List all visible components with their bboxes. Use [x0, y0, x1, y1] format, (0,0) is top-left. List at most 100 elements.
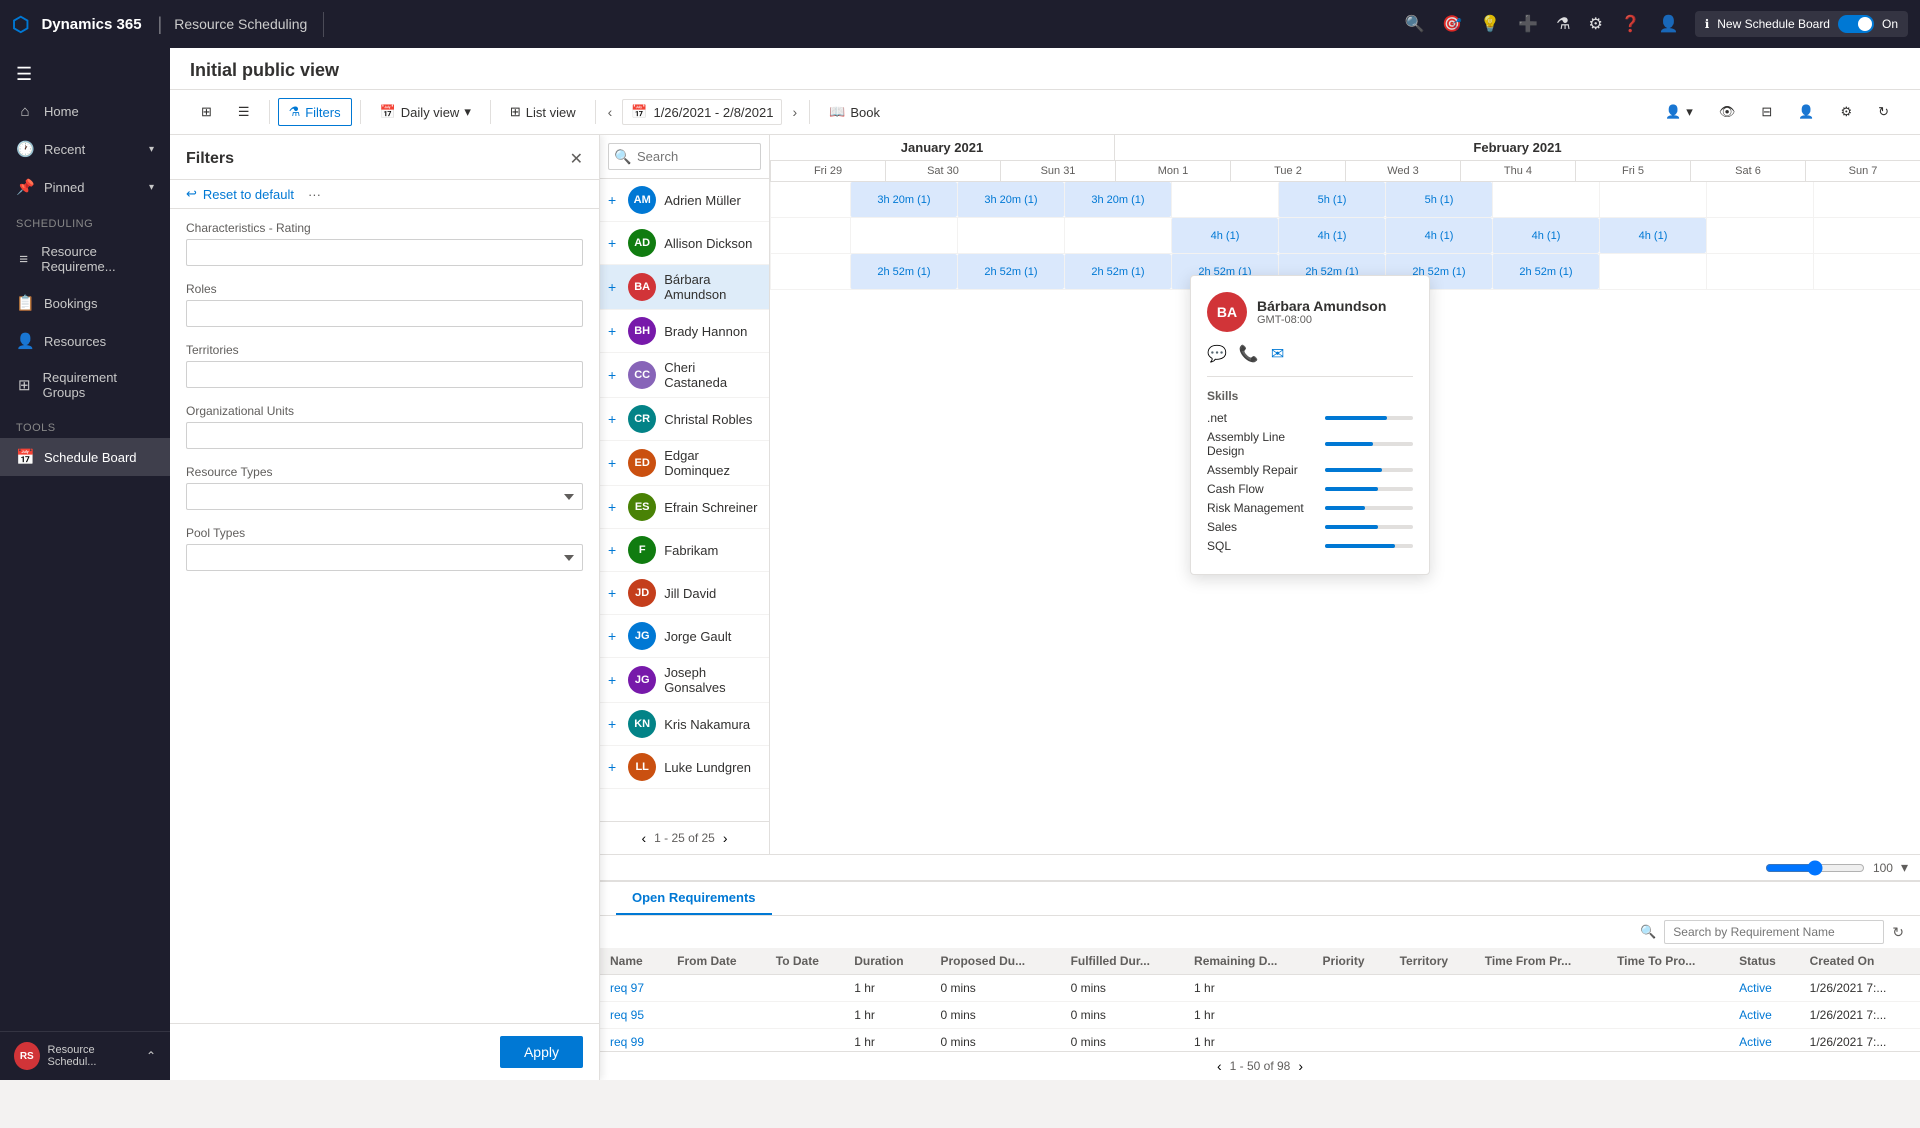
- roles-input[interactable]: [186, 300, 583, 327]
- calendar-cell[interactable]: 4h (1): [1171, 218, 1278, 253]
- req-prev-button[interactable]: ‹: [1217, 1058, 1222, 1074]
- calendar-cell[interactable]: 4h (1): [1492, 218, 1599, 253]
- table-cell[interactable]: req 97: [600, 975, 667, 1002]
- resource-item-kris-nakamura[interactable]: +KNKris Nakamura: [600, 703, 769, 746]
- calendar-cell[interactable]: 2h 52m (1): [1064, 254, 1171, 289]
- expand-icon[interactable]: ▾: [1901, 859, 1908, 876]
- phone-icon[interactable]: 📞: [1239, 344, 1259, 364]
- calendar-cell[interactable]: 3h 20m (1): [850, 182, 957, 217]
- sidebar-item-resources[interactable]: 👤 Resources: [0, 322, 170, 360]
- resource-item-christal-robles[interactable]: +CRChristal Robles: [600, 398, 769, 441]
- table-cell: 1/26/2021 7:...: [1800, 975, 1920, 1002]
- table-cell[interactable]: Active: [1729, 1029, 1799, 1052]
- resource-item-barbara-amundson[interactable]: +BABárbara Amundson: [600, 265, 769, 310]
- refresh-req-icon[interactable]: ↻: [1892, 924, 1904, 941]
- refresh-button[interactable]: ↻: [1867, 98, 1900, 126]
- more-options-icon[interactable]: ···: [308, 187, 321, 202]
- status-badge[interactable]: Active: [1739, 1035, 1772, 1049]
- req-link[interactable]: req 97: [610, 981, 644, 995]
- characteristics-input[interactable]: [186, 239, 583, 266]
- filters-close-button[interactable]: ✕: [570, 149, 583, 169]
- calendar-cell[interactable]: 5h (1): [1385, 182, 1492, 217]
- sidebar-item-requirement-groups[interactable]: ⊞ Requirement Groups: [0, 360, 170, 410]
- filters-button[interactable]: ⚗ Filters: [278, 98, 352, 126]
- resource-item-jorge-gault[interactable]: +JGJorge Gault: [600, 615, 769, 658]
- status-badge[interactable]: Active: [1739, 981, 1772, 995]
- next-date-button[interactable]: ›: [788, 100, 801, 124]
- footer-expand-icon[interactable]: ⌃: [146, 1049, 156, 1063]
- open-requirements-tab[interactable]: Open Requirements: [616, 882, 772, 915]
- eye-button[interactable]: 👁: [1708, 98, 1747, 126]
- calendar-cell[interactable]: 4h (1): [1599, 218, 1706, 253]
- table-cell[interactable]: Active: [1729, 975, 1799, 1002]
- calendar-cell[interactable]: 3h 20m (1): [1064, 182, 1171, 217]
- chat-icon[interactable]: 💬: [1207, 344, 1227, 364]
- calendar-cell[interactable]: 2h 52m (1): [957, 254, 1064, 289]
- territories-input[interactable]: [186, 361, 583, 388]
- add-icon[interactable]: ➕: [1518, 14, 1538, 34]
- skill-bar: [1325, 416, 1387, 420]
- req-link[interactable]: req 99: [610, 1035, 644, 1049]
- pool-types-select[interactable]: [186, 544, 583, 571]
- resource-item-fabrikam[interactable]: +FFabrikam: [600, 529, 769, 572]
- sidebar-item-home[interactable]: ⌂ Home: [0, 93, 170, 130]
- table-cell[interactable]: Active: [1729, 1002, 1799, 1029]
- table-cell: 0 mins: [930, 975, 1060, 1002]
- resource-item-allison-dickson[interactable]: +ADAllison Dickson: [600, 222, 769, 265]
- calendar-cell[interactable]: 4h (1): [1278, 218, 1385, 253]
- table-cell[interactable]: req 95: [600, 1002, 667, 1029]
- target-icon[interactable]: 🎯: [1442, 14, 1462, 34]
- filter-icon[interactable]: ⚗: [1556, 14, 1570, 34]
- resource-item-edgar-dominquez[interactable]: +EDEdgar Dominquez: [600, 441, 769, 486]
- resource-prev-button[interactable]: ‹: [641, 830, 646, 846]
- calendar-cell[interactable]: 4h (1): [1385, 218, 1492, 253]
- search-icon[interactable]: 🔍: [1404, 14, 1424, 34]
- profile-initials: BA: [1217, 304, 1237, 320]
- resource-next-button[interactable]: ›: [723, 830, 728, 846]
- book-button[interactable]: 📖 Book: [818, 98, 891, 126]
- req-next-button[interactable]: ›: [1298, 1058, 1303, 1074]
- user-icon[interactable]: 👤: [1659, 14, 1679, 34]
- sidebar-item-recent[interactable]: 🕐 Recent ▾: [0, 130, 170, 168]
- apply-button[interactable]: Apply: [500, 1036, 583, 1068]
- resource-item-efrain-schreiner[interactable]: +ESEfrain Schreiner: [600, 486, 769, 529]
- sidebar-item-resource-requirements[interactable]: ≡ Resource Requireme...: [0, 234, 170, 284]
- schedule-board-toggle[interactable]: [1838, 15, 1874, 33]
- calendar-cell[interactable]: 3h 20m (1): [957, 182, 1064, 217]
- status-badge[interactable]: Active: [1739, 1008, 1772, 1022]
- person-button[interactable]: 👤: [1787, 98, 1825, 126]
- reset-label[interactable]: Reset to default: [203, 187, 294, 202]
- settings-toolbar-button[interactable]: ⚙: [1829, 98, 1863, 126]
- resource-item-jill-david[interactable]: +JDJill David: [600, 572, 769, 615]
- table-cell[interactable]: req 99: [600, 1029, 667, 1052]
- grid-view-button[interactable]: ⊞: [190, 98, 223, 126]
- profile-popup: BA Bárbara Amundson GMT-08:00 💬 📞 ✉: [1190, 275, 1430, 575]
- sidebar-item-bookings[interactable]: 📋 Bookings: [0, 284, 170, 322]
- list-view-button[interactable]: ⊞ List view: [499, 98, 587, 126]
- resource-item-cheri-castaneda[interactable]: +CCCheri Castaneda: [600, 353, 769, 398]
- hamburger-menu[interactable]: ☰: [0, 56, 170, 93]
- sidebar-item-schedule-board[interactable]: 📅 Schedule Board: [0, 438, 170, 476]
- calendar-cell[interactable]: 5h (1): [1278, 182, 1385, 217]
- resource-item-brady-hannon[interactable]: +BHBrady Hannon: [600, 310, 769, 353]
- list-view-toggle-button[interactable]: ☰: [227, 98, 261, 126]
- email-icon[interactable]: ✉: [1271, 344, 1284, 364]
- help-icon[interactable]: ❓: [1621, 14, 1641, 34]
- zoom-slider[interactable]: [1765, 860, 1865, 876]
- prev-date-button[interactable]: ‹: [604, 100, 617, 124]
- requirement-search-input[interactable]: [1664, 920, 1884, 944]
- org-units-input[interactable]: [186, 422, 583, 449]
- sidebar-item-pinned[interactable]: 📌 Pinned ▾: [0, 168, 170, 206]
- resource-item-luke-lundgren[interactable]: +LLLuke Lundgren: [600, 746, 769, 789]
- daily-view-button[interactable]: 📅 Daily view ▾: [369, 98, 482, 126]
- settings-icon[interactable]: ⚙: [1589, 14, 1603, 34]
- resource-item-adrien-muller[interactable]: +AMAdrien Müller: [600, 179, 769, 222]
- columns-button[interactable]: ⊟: [1750, 98, 1783, 126]
- resource-view-button[interactable]: 👤 ▾: [1654, 98, 1704, 126]
- calendar-cell[interactable]: 2h 52m (1): [1492, 254, 1599, 289]
- req-link[interactable]: req 95: [610, 1008, 644, 1022]
- calendar-cell[interactable]: 2h 52m (1): [850, 254, 957, 289]
- resource-item-joseph-gonsalves[interactable]: +JGJoseph Gonsalves: [600, 658, 769, 703]
- lightbulb-icon[interactable]: 💡: [1480, 14, 1500, 34]
- resource-types-select[interactable]: [186, 483, 583, 510]
